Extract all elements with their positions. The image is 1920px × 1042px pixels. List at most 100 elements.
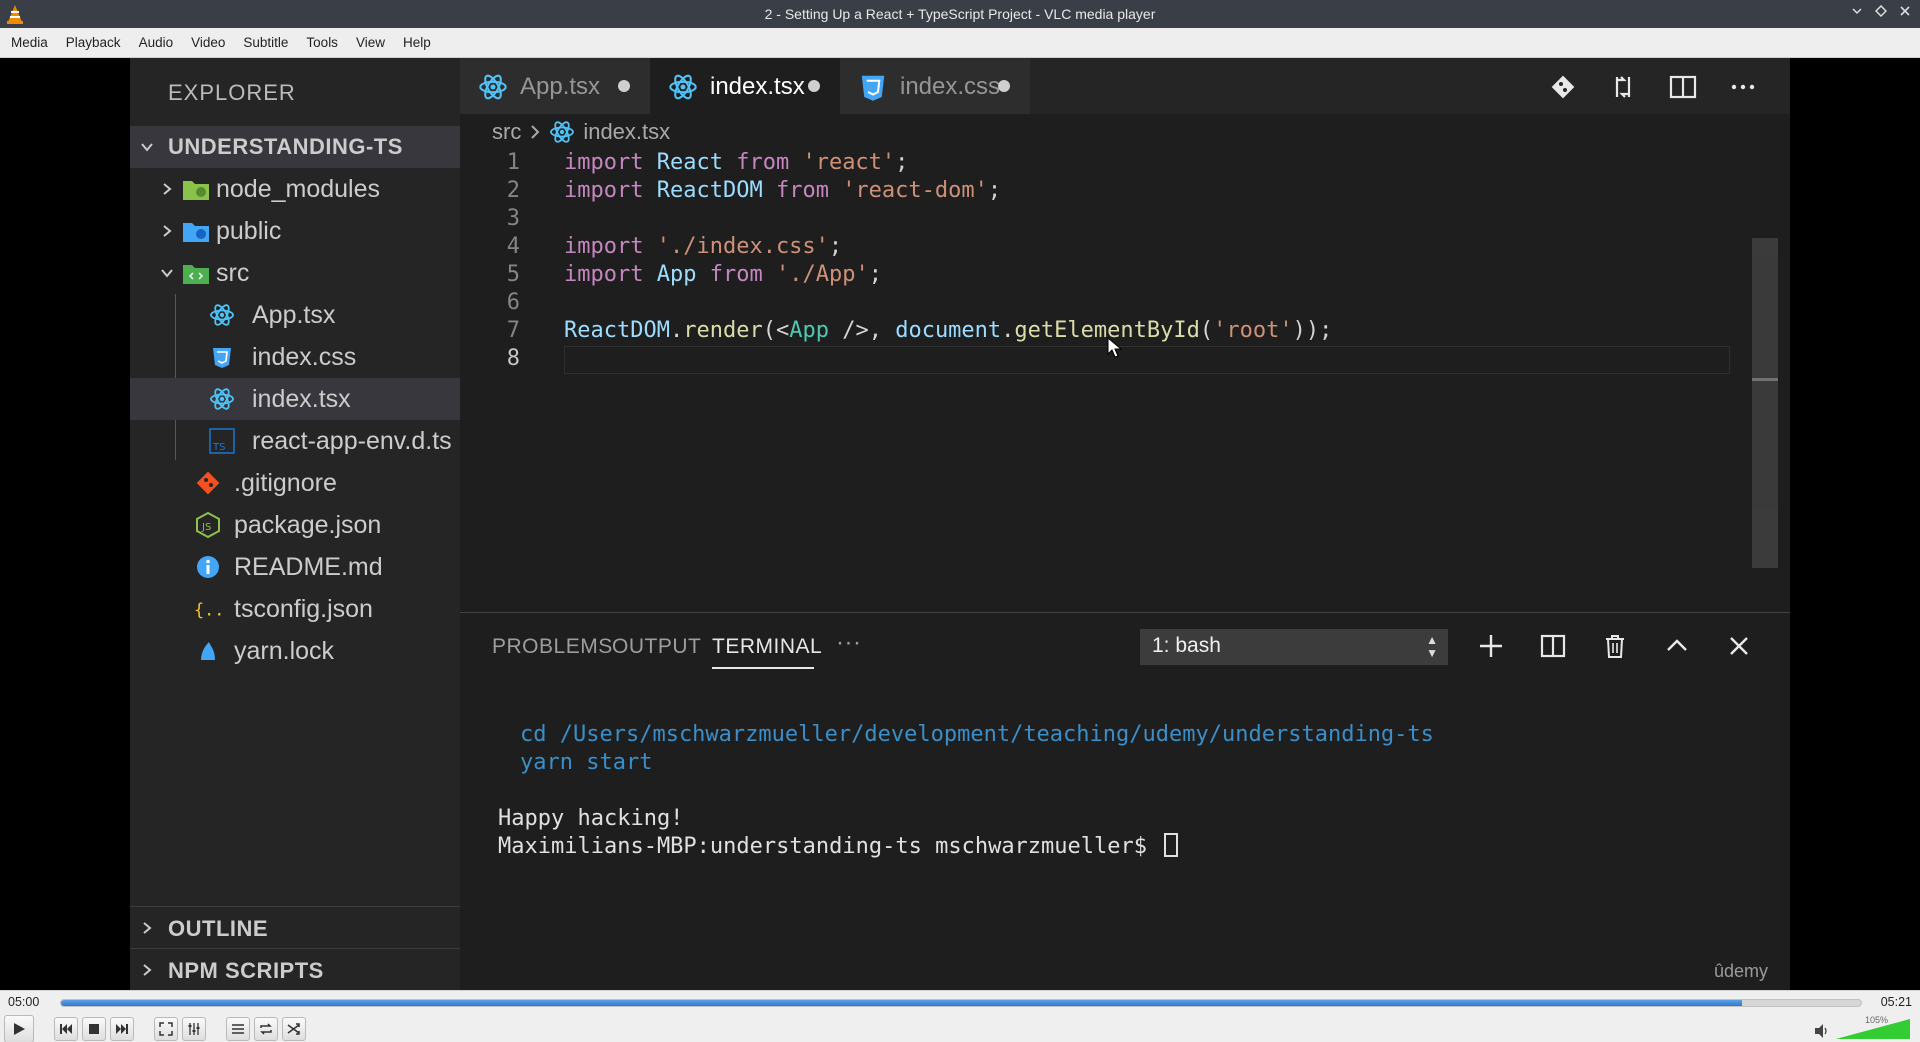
tab-problems[interactable]: PROBLEMS: [492, 635, 613, 659]
line-number: 5: [506, 262, 520, 287]
seek-progress: [61, 1000, 1743, 1006]
css-icon: [861, 75, 885, 101]
minimize-button[interactable]: [1848, 4, 1866, 22]
shuffle-button[interactable]: [282, 1017, 306, 1041]
project-name: UNDERSTANDING-TS: [168, 134, 403, 159]
outline-section[interactable]: OUTLINE: [130, 906, 460, 948]
compare-changes-button[interactable]: [1606, 70, 1640, 104]
menu-subtitle[interactable]: Subtitle: [234, 35, 297, 50]
menu-view[interactable]: View: [347, 35, 394, 50]
split-editor-button[interactable]: [1666, 70, 1700, 104]
tree-item-react-app-env[interactable]: TS react-app-env.d.ts: [130, 420, 460, 462]
active-tab-indicator: [712, 667, 814, 669]
code-editor[interactable]: 1 import React from 'react'; 2 import Re…: [460, 150, 1790, 612]
panel-more-button[interactable]: ···: [836, 629, 861, 657]
terminal-select[interactable]: 1: bash ▲ ▼: [1140, 629, 1448, 665]
nodejs-icon: JS: [194, 511, 222, 539]
tab-terminal[interactable]: TERMINAL: [712, 635, 822, 659]
unsaved-dot-icon[interactable]: [618, 80, 630, 92]
volume-slider[interactable]: [1836, 1019, 1910, 1039]
volume-control[interactable]: 105%: [1814, 1015, 1914, 1041]
loop-icon: [260, 1023, 272, 1035]
tab-index-css[interactable]: index.css: [840, 58, 1030, 114]
next-button[interactable]: [110, 1017, 134, 1041]
tree-item-package-json[interactable]: JS package.json: [130, 504, 460, 546]
chevron-down-icon: [1852, 8, 1862, 15]
tree-item-yarn-lock[interactable]: yarn.lock: [130, 630, 460, 672]
previous-button[interactable]: [54, 1017, 78, 1041]
tree-item-tsconfig[interactable]: {..} tsconfig.json: [130, 588, 460, 630]
shuffle-icon: [287, 1023, 300, 1035]
explorer-sidebar: EXPLORER UNDERSTANDING-TS node_modules p…: [130, 58, 460, 990]
tree-item-src[interactable]: src: [130, 252, 460, 294]
tree-item-app-tsx[interactable]: App.tsx: [130, 294, 460, 336]
chevron-right-icon: [163, 183, 172, 195]
more-actions-button[interactable]: [1726, 70, 1760, 104]
terminal-select-value: 1: bash: [1152, 634, 1221, 657]
menu-media[interactable]: Media: [2, 35, 57, 50]
stop-button[interactable]: [82, 1017, 106, 1041]
tree-item-label: src: [216, 258, 250, 287]
npm-scripts-section[interactable]: NPM SCRIPTS: [130, 948, 460, 990]
playlist-icon: [232, 1024, 244, 1034]
close-panel-button[interactable]: [1722, 629, 1756, 663]
tab-app-tsx[interactable]: App.tsx: [460, 58, 650, 114]
extended-settings-button[interactable]: [182, 1017, 206, 1041]
restore-icon: [1874, 4, 1888, 18]
tree-item-gitignore[interactable]: .gitignore: [130, 462, 460, 504]
maximize-panel-button[interactable]: [1660, 629, 1694, 663]
unsaved-dot-icon[interactable]: [998, 80, 1010, 92]
line-number: 8: [506, 346, 520, 371]
explorer-title: EXPLORER: [168, 80, 296, 105]
tab-index-tsx[interactable]: index.tsx: [650, 58, 840, 114]
new-terminal-button[interactable]: [1474, 629, 1508, 663]
tree-item-public[interactable]: public: [130, 210, 460, 252]
close-window-button[interactable]: [1896, 4, 1914, 22]
play-button[interactable]: [4, 1015, 34, 1042]
mouse-cursor-icon: [1107, 336, 1123, 358]
editor-scrollbar[interactable]: [1752, 238, 1778, 568]
code-line: 4 import './index.css';: [460, 234, 1730, 262]
video-area[interactable]: EXPLORER UNDERSTANDING-TS node_modules p…: [0, 58, 1920, 990]
css-icon: [208, 343, 236, 371]
tree-item-node-modules[interactable]: node_modules: [130, 168, 460, 210]
svg-text:JS: JS: [201, 522, 211, 533]
git-open-changes-button[interactable]: [1546, 70, 1580, 104]
bottom-panel: PROBLEMS OUTPUT TERMINAL ··· 1: bash ▲▼: [460, 612, 1790, 990]
project-folder-header[interactable]: UNDERSTANDING-TS: [130, 126, 460, 168]
playlist-button[interactable]: [226, 1017, 250, 1041]
menu-tools[interactable]: Tools: [297, 35, 347, 50]
folder-public-icon: [182, 217, 210, 245]
tree-item-readme[interactable]: README.md: [130, 546, 460, 588]
tab-output[interactable]: OUTPUT: [612, 635, 701, 659]
breadcrumb-folder[interactable]: src: [492, 119, 521, 145]
split-editor-icon: [1669, 75, 1697, 99]
seek-slider[interactable]: [60, 999, 1862, 1007]
menu-playback[interactable]: Playback: [57, 35, 130, 50]
close-icon: [1900, 6, 1910, 16]
fullscreen-button[interactable]: [154, 1017, 178, 1041]
menu-help[interactable]: Help: [394, 35, 440, 50]
kill-terminal-button[interactable]: [1598, 629, 1632, 663]
speaker-icon[interactable]: [1814, 1023, 1830, 1039]
menu-bar: Media Playback Audio Video Subtitle Tool…: [0, 28, 1920, 58]
breadcrumb-file[interactable]: index.tsx: [583, 119, 670, 145]
equalizer-icon: [188, 1023, 200, 1035]
menu-video[interactable]: Video: [182, 35, 234, 50]
control-buttons: [4, 1015, 306, 1042]
volume-level: [1836, 1019, 1910, 1039]
maximize-button[interactable]: [1872, 4, 1890, 22]
chevron-up-icon: [1667, 639, 1687, 651]
loop-button[interactable]: [254, 1017, 278, 1041]
split-terminal-button[interactable]: [1536, 629, 1570, 663]
tree-item-index-tsx[interactable]: index.tsx: [130, 378, 460, 420]
menu-audio[interactable]: Audio: [130, 35, 183, 50]
unsaved-dot-icon[interactable]: [808, 80, 820, 92]
folder-node-icon: [182, 175, 210, 203]
tree-item-index-css[interactable]: index.css: [130, 336, 460, 378]
line-number: 4: [506, 234, 520, 259]
terminal-cursor: [1164, 833, 1179, 857]
react-icon: [669, 74, 697, 100]
terminal-command: yarn start: [520, 750, 653, 775]
terminal-output[interactable]: cd /Users/mschwarzmueller/development/te…: [498, 721, 1434, 861]
